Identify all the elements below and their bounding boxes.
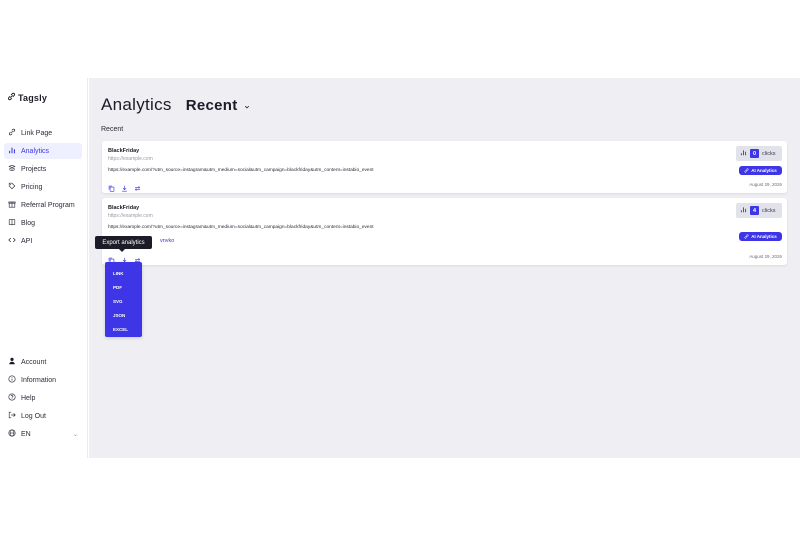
app-shell: Tagsly Link Page Analytics Projects Pric…: [0, 78, 800, 458]
bar-chart-icon: [740, 149, 747, 158]
page-title: Analytics: [101, 95, 172, 114]
copy-icon[interactable]: [108, 251, 115, 264]
sidebar-item-pricing[interactable]: Pricing: [4, 179, 82, 195]
code-icon: [8, 236, 16, 246]
info-icon: [8, 375, 16, 385]
partial-link[interactable]: vnvko: [160, 238, 174, 244]
gift-icon: [8, 200, 16, 210]
short-url[interactable]: https://example.com: [108, 156, 153, 162]
help-icon: [8, 393, 16, 403]
export-analytics-tooltip: Export analytics: [95, 236, 152, 252]
sidebar: Tagsly Link Page Analytics Projects Pric…: [0, 78, 88, 458]
export-option-json[interactable]: JSON: [105, 309, 142, 323]
time-filter-label: Recent: [185, 97, 238, 114]
sidebar-item-label: Link Page: [21, 129, 53, 137]
swap-icon[interactable]: [134, 251, 141, 263]
language-label: EN: [21, 430, 31, 438]
section-label: Recent: [101, 126, 124, 133]
bar-chart-icon: [8, 146, 16, 156]
sidebar-item-label: Information: [21, 376, 57, 384]
layers-icon: [8, 164, 16, 174]
ai-analytics-label: AI Analytics: [751, 168, 777, 173]
chevron-down-icon: ⌄: [72, 431, 78, 438]
card-actions: [108, 251, 141, 264]
link-logo-icon: [7, 92, 16, 103]
clicks-counter: 4 clicks: [736, 203, 782, 218]
sidebar-item-label: Analytics: [21, 147, 50, 155]
sidebar-item-log-out[interactable]: Log Out: [4, 408, 82, 424]
download-icon[interactable]: [121, 179, 128, 192]
created-date: August 29, 2026: [749, 182, 782, 187]
link-name: BlackFriday: [108, 205, 140, 211]
sidebar-item-link-page[interactable]: Link Page: [4, 125, 82, 141]
sidebar-item-account[interactable]: Account: [4, 354, 82, 370]
link-icon: [744, 233, 749, 240]
link-name: BlackFriday: [108, 148, 140, 154]
clicks-label: clicks: [762, 150, 776, 157]
export-option-excel[interactable]: EXCEL: [105, 323, 142, 337]
copy-icon[interactable]: [108, 179, 115, 192]
sidebar-item-label: API: [21, 237, 33, 245]
book-icon: [8, 218, 16, 228]
sidebar-item-label: Pricing: [21, 183, 43, 191]
clicks-count: 4: [750, 206, 759, 215]
sidebar-item-referral-program[interactable]: Referral Program: [4, 197, 82, 213]
clicks-counter: 0 clicks: [736, 146, 782, 161]
ai-analytics-label: AI Analytics: [751, 234, 777, 239]
created-date: August 29, 2026: [749, 254, 782, 259]
export-option-pdf[interactable]: PDF: [105, 280, 142, 294]
sidebar-item-projects[interactable]: Projects: [4, 161, 82, 177]
link-card: BlackFriday https://example.com https://…: [102, 198, 787, 265]
sidebar-nav: Link Page Analytics Projects Pricing Ref…: [4, 125, 82, 251]
download-icon[interactable]: [121, 251, 128, 264]
clicks-label: clicks: [762, 207, 776, 214]
sidebar-item-help[interactable]: Help: [4, 390, 82, 406]
sidebar-item-information[interactable]: Information: [4, 372, 82, 388]
sidebar-item-label: Help: [21, 394, 36, 402]
sidebar-item-label: Referral Program: [21, 201, 75, 209]
bar-chart-icon: [740, 206, 747, 215]
sidebar-item-label: Projects: [21, 165, 47, 173]
ai-analytics-button[interactable]: AI Analytics: [739, 232, 782, 241]
page-header: Analytics Recent: [101, 95, 250, 115]
link-icon: [8, 128, 16, 138]
main-content: Analytics Recent Recent BlackFriday http…: [89, 78, 800, 458]
sidebar-item-blog[interactable]: Blog: [4, 215, 82, 231]
language-selector[interactable]: EN ⌄: [4, 426, 82, 442]
user-icon: [8, 357, 16, 367]
sidebar-item-api[interactable]: API: [4, 233, 82, 249]
link-card: BlackFriday https://example.com https://…: [102, 141, 787, 193]
clicks-count: 0: [750, 149, 759, 158]
destination-url: https://example.com/?utm_source=instagra…: [108, 225, 374, 230]
logo[interactable]: Tagsly: [7, 92, 47, 103]
sidebar-item-analytics[interactable]: Analytics: [4, 143, 82, 159]
card-actions: [108, 179, 141, 192]
export-option-link[interactable]: LINK: [105, 266, 142, 280]
link-icon: [744, 167, 749, 174]
sidebar-item-label: Log Out: [21, 412, 46, 420]
swap-icon[interactable]: [134, 179, 141, 191]
logout-icon: [8, 411, 16, 421]
time-filter-dropdown[interactable]: Recent: [186, 97, 250, 114]
short-url[interactable]: https://example.com: [108, 213, 153, 219]
logo-text: Tagsly: [18, 92, 48, 103]
sidebar-item-label: Account: [21, 358, 47, 366]
globe-icon: [8, 429, 16, 439]
sidebar-item-label: Blog: [21, 219, 36, 227]
ai-analytics-button[interactable]: AI Analytics: [739, 166, 782, 175]
sidebar-bottom-nav: Account Information Help Log Out EN ⌄: [4, 354, 82, 444]
destination-url: https://example.com/?utm_source=instagra…: [108, 168, 374, 173]
chevron-down-icon: [244, 97, 250, 114]
export-menu: LINK PDF SVG JSON EXCEL: [105, 262, 142, 337]
tag-icon: [8, 182, 16, 192]
export-option-svg[interactable]: SVG: [105, 294, 142, 308]
